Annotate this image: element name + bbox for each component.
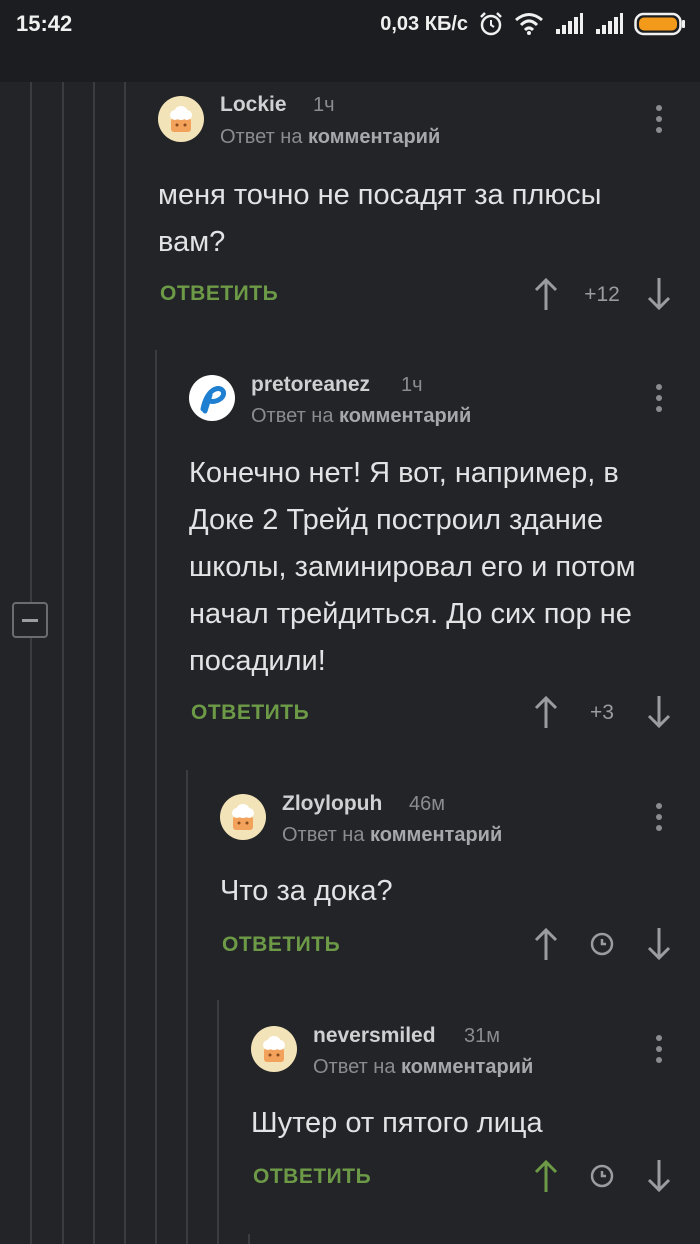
comment-text: Что за дока?	[220, 875, 393, 907]
reply-link[interactable]: комментарий	[370, 824, 502, 846]
clock-icon	[590, 1164, 614, 1188]
time-ago: 31м	[464, 1025, 500, 1047]
time-ago: 46м	[409, 793, 445, 815]
more-menu-icon[interactable]	[653, 105, 665, 139]
thread-line	[93, 82, 95, 1244]
reply-link[interactable]: комментарий	[401, 1056, 533, 1078]
header-spacer	[0, 48, 700, 82]
reply-button[interactable]: ОТВЕТИТЬ	[160, 282, 278, 306]
score: +3	[590, 701, 614, 724]
score: +12	[584, 283, 620, 306]
signal-icon	[556, 13, 583, 34]
reply-to: Ответ на комментарий	[251, 405, 471, 428]
reply-prefix: Ответ на	[251, 405, 334, 427]
thread-line	[30, 82, 32, 602]
username[interactable]: pretoreanez	[251, 373, 370, 397]
clock-icon	[590, 932, 614, 956]
reply-to: Ответ на комментарий	[313, 1056, 533, 1079]
battery-icon	[634, 12, 685, 36]
more-menu-icon[interactable]	[653, 384, 665, 418]
comment-text: Шутер от пятого лица	[251, 1107, 543, 1139]
network-speed: 0,03 КБ/с	[380, 12, 468, 35]
downvote-icon[interactable]	[645, 694, 673, 730]
upvote-icon[interactable]	[532, 1158, 560, 1194]
avatar[interactable]	[251, 1026, 297, 1072]
username[interactable]: neversmiled	[313, 1024, 436, 1048]
reply-link[interactable]: комментарий	[339, 405, 471, 427]
thread-line	[62, 82, 64, 1244]
alarm-icon	[480, 12, 502, 36]
avatar[interactable]	[189, 375, 235, 421]
upvote-icon[interactable]	[532, 926, 560, 962]
downvote-icon[interactable]	[645, 276, 673, 312]
thread-line	[186, 770, 188, 1244]
reply-prefix: Ответ на	[220, 126, 303, 148]
more-menu-icon[interactable]	[653, 1035, 665, 1069]
downvote-icon[interactable]	[645, 926, 673, 962]
thread-line	[248, 1234, 250, 1244]
username[interactable]: Lockie	[220, 93, 287, 117]
thread-line	[217, 1000, 219, 1244]
avatar[interactable]	[220, 794, 266, 840]
upvote-icon[interactable]	[532, 276, 560, 312]
status-icons: 0,03 КБ/с	[380, 11, 686, 37]
comment-text: меня точно не посадят за плюсы вам?	[158, 179, 602, 258]
username[interactable]: Zloylopuh	[282, 792, 382, 816]
time-ago: 1ч	[313, 94, 335, 116]
reply-prefix: Ответ на	[282, 824, 365, 846]
upvote-icon[interactable]	[532, 694, 560, 730]
status-bar: 15:42 0,03 КБ/с	[0, 0, 700, 48]
avatar[interactable]	[158, 96, 204, 142]
reply-button[interactable]: ОТВЕТИТЬ	[222, 933, 340, 957]
thread-line	[124, 82, 126, 1244]
collapse-thread-button[interactable]	[12, 602, 48, 638]
more-menu-icon[interactable]	[653, 803, 665, 837]
thread-line	[30, 638, 32, 1244]
reply-to: Ответ на комментарий	[220, 126, 440, 149]
reply-button[interactable]: ОТВЕТИТЬ	[253, 1165, 371, 1189]
downvote-icon[interactable]	[645, 1158, 673, 1194]
thread-line	[155, 350, 157, 1244]
wifi-icon	[515, 13, 543, 35]
reply-button[interactable]: ОТВЕТИТЬ	[191, 701, 309, 725]
reply-prefix: Ответ на	[313, 1056, 396, 1078]
reply-link[interactable]: комментарий	[308, 126, 440, 148]
status-time: 15:42	[16, 11, 73, 36]
signal-icon-2	[596, 13, 623, 34]
comment-text: Конечно нет! Я вот, например, в Доке 2 Т…	[189, 457, 636, 677]
time-ago: 1ч	[401, 374, 423, 396]
reply-to: Ответ на комментарий	[282, 824, 502, 847]
